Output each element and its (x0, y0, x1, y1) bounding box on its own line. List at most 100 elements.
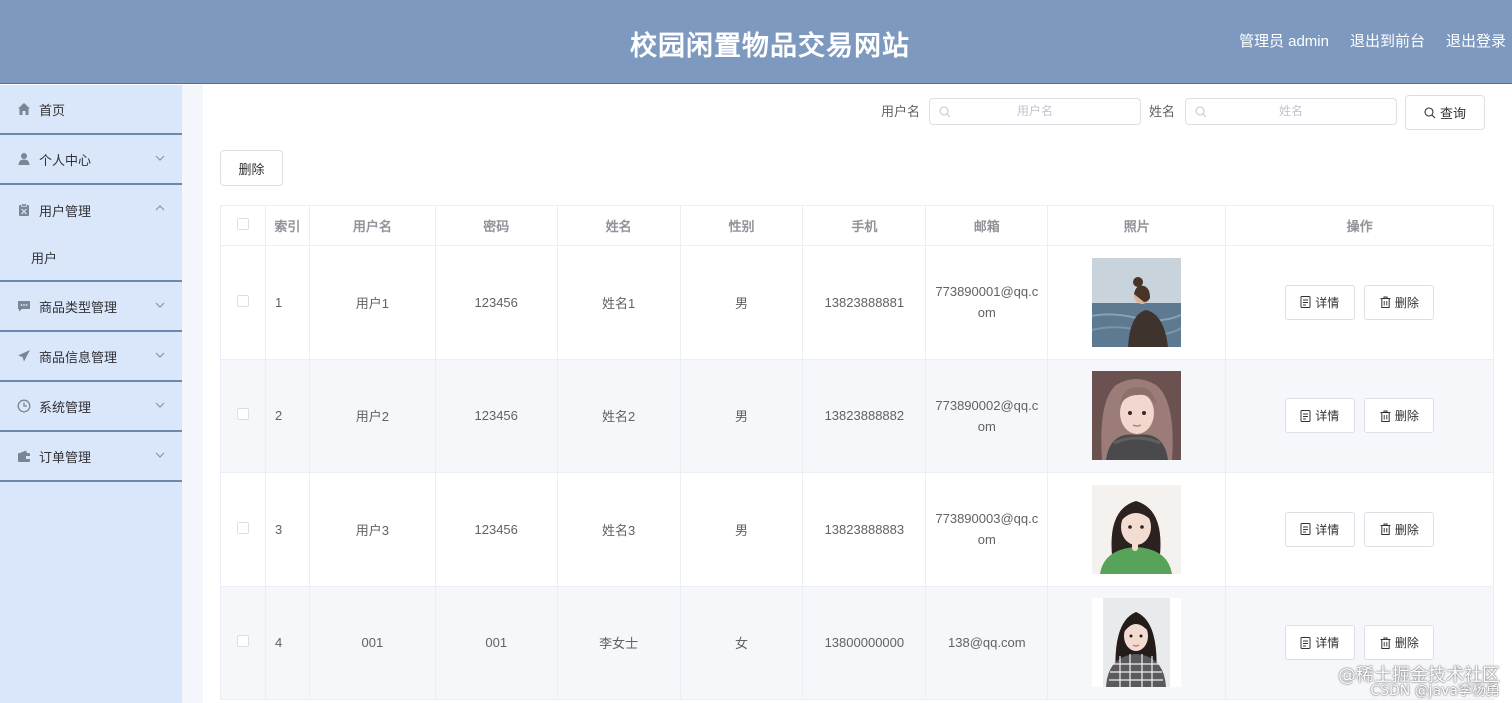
row-checkbox[interactable] (236, 408, 249, 421)
row-username: 用户2 (308, 358, 436, 473)
row-password: 123456 (434, 358, 558, 473)
sidebar-item-label: 首页 (39, 102, 66, 118)
sidebar-item-label: 商品类型管理 (39, 299, 118, 315)
delete-button[interactable]: 删除 (1364, 511, 1435, 547)
search-icon (1195, 106, 1207, 118)
row-checkbox[interactable] (236, 635, 249, 648)
sidebar-item-home[interactable]: 首页 (0, 85, 182, 135)
clipboard-icon (17, 203, 31, 217)
search-icon (939, 106, 951, 118)
column-header: 用户名 (308, 205, 436, 246)
delete-button[interactable]: 删除 (1364, 284, 1435, 320)
column-header: 操作 (1225, 205, 1494, 246)
sidebar-item-label: 订单管理 (39, 449, 92, 465)
sidebar-item-product-type-management[interactable]: 商品类型管理 (0, 282, 182, 332)
detail-button[interactable]: 详情 (1284, 625, 1355, 661)
column-header: 性别 (679, 205, 804, 246)
select-all-checkbox[interactable] (236, 218, 249, 230)
user-photo (1092, 371, 1182, 461)
document-icon (1300, 636, 1311, 649)
user-photo (1092, 257, 1182, 347)
username-search-input[interactable] (930, 104, 1140, 118)
row-email: 773890003@qq.com (935, 511, 1039, 548)
table-row: 3 用户3 123456 姓名3 男 13823888883 773890003… (220, 472, 1494, 587)
chevron-down-icon (155, 302, 165, 308)
row-phone: 13823888882 (802, 358, 927, 473)
delete-button-label: 删除 (1394, 409, 1419, 424)
table-row: 4 001 001 李女士 女 13800000000 138@qq.com 详… (220, 585, 1494, 700)
row-checkbox[interactable] (236, 294, 249, 307)
row-password: 001 (434, 585, 558, 700)
column-header: 邮箱 (925, 205, 1049, 246)
sidebar-item-system-management[interactable]: 系统管理 (0, 382, 182, 432)
watermark-csdn: CSDN @java李杨勇 (1370, 683, 1500, 699)
send-icon (17, 349, 31, 363)
row-index: 4 (264, 585, 310, 700)
row-index: 1 (264, 245, 310, 360)
sidebar-item-personal-center[interactable]: 个人中心 (0, 135, 182, 185)
chevron-up-icon (155, 205, 165, 211)
detail-button-label: 详情 (1315, 522, 1340, 537)
table-row: 1 用户1 123456 姓名1 男 13823888881 773890001… (220, 245, 1494, 360)
row-phone: 13823888881 (802, 245, 927, 360)
row-gender: 女 (679, 585, 804, 700)
admin-label: 管理员 admin (1238, 33, 1329, 50)
header-actions: 管理员 admin 退出到前台 退出登录 (1239, 30, 1506, 51)
delete-button-label: 删除 (1394, 522, 1419, 537)
trash-icon (1380, 637, 1391, 649)
name-search-input[interactable] (1186, 104, 1396, 118)
detail-button-label: 详情 (1315, 409, 1340, 424)
home-icon (17, 102, 31, 116)
detail-button[interactable]: 详情 (1284, 284, 1355, 320)
column-header: 索引 (264, 205, 310, 246)
chevron-down-icon (155, 402, 165, 408)
row-gender: 男 (679, 358, 804, 473)
row-checkbox[interactable] (236, 521, 249, 534)
message-icon (17, 299, 31, 313)
delete-button[interactable]: 删除 (1364, 625, 1435, 661)
sidebar-item-label: 个人中心 (39, 152, 92, 168)
row-name: 姓名1 (556, 245, 681, 360)
query-button[interactable]: 查询 (1405, 95, 1485, 130)
sidebar-item-user-management[interactable]: 用户管理 (0, 185, 182, 235)
logout-link[interactable]: 退出登录 (1446, 30, 1506, 51)
sidebar-item-order-management[interactable]: 订单管理 (0, 432, 182, 482)
sidebar: 首页 个人中心 用户管理 用户 商品类型管理 商品信息管理 系统管理 订单管理 (0, 85, 182, 703)
row-gender: 男 (679, 472, 804, 587)
batch-delete-button[interactable]: 删除 (220, 150, 283, 186)
row-username: 001 (308, 585, 436, 700)
top-header: 校园闲置物品交易网站 管理员 admin 退出到前台 退出登录 (0, 0, 1512, 84)
chevron-down-icon (155, 352, 165, 358)
delete-button[interactable]: 删除 (1364, 398, 1435, 434)
column-header: 密码 (434, 205, 558, 246)
username-search-field[interactable] (929, 98, 1141, 125)
sidebar-subitem-users[interactable]: 用户 (0, 235, 182, 282)
row-email: 773890002@qq.com (935, 397, 1039, 434)
detail-button[interactable]: 详情 (1284, 398, 1355, 434)
clock-icon (17, 399, 31, 413)
exit-to-front-link[interactable]: 退出到前台 (1350, 30, 1425, 51)
select-all-cell[interactable] (220, 205, 266, 246)
row-email: 773890001@qq.com (935, 284, 1039, 321)
chevron-down-icon (155, 452, 165, 458)
wallet-icon (17, 449, 31, 463)
sidebar-item-label: 商品信息管理 (39, 349, 118, 365)
row-name: 姓名3 (556, 472, 681, 587)
row-username: 用户3 (308, 472, 436, 587)
row-password: 123456 (434, 245, 558, 360)
trash-icon (1380, 296, 1391, 309)
row-name: 姓名2 (556, 358, 681, 473)
user-table: 索引 用户名 密码 姓名 性别 手机 邮箱 照片 操作 1 用户1 123456… (220, 205, 1494, 700)
detail-button[interactable]: 详情 (1284, 511, 1355, 547)
document-icon (1300, 523, 1311, 536)
detail-button-label: 详情 (1315, 295, 1340, 310)
sidebar-item-label: 用户管理 (39, 203, 92, 219)
document-icon (1300, 409, 1311, 422)
username-search-label: 用户名 (881, 104, 921, 119)
name-search-field[interactable] (1185, 98, 1397, 125)
chevron-down-icon (155, 155, 165, 161)
sidebar-item-product-info-management[interactable]: 商品信息管理 (0, 332, 182, 382)
document-icon (1300, 296, 1311, 309)
user-photo (1092, 484, 1182, 574)
content-gutter (182, 85, 203, 703)
